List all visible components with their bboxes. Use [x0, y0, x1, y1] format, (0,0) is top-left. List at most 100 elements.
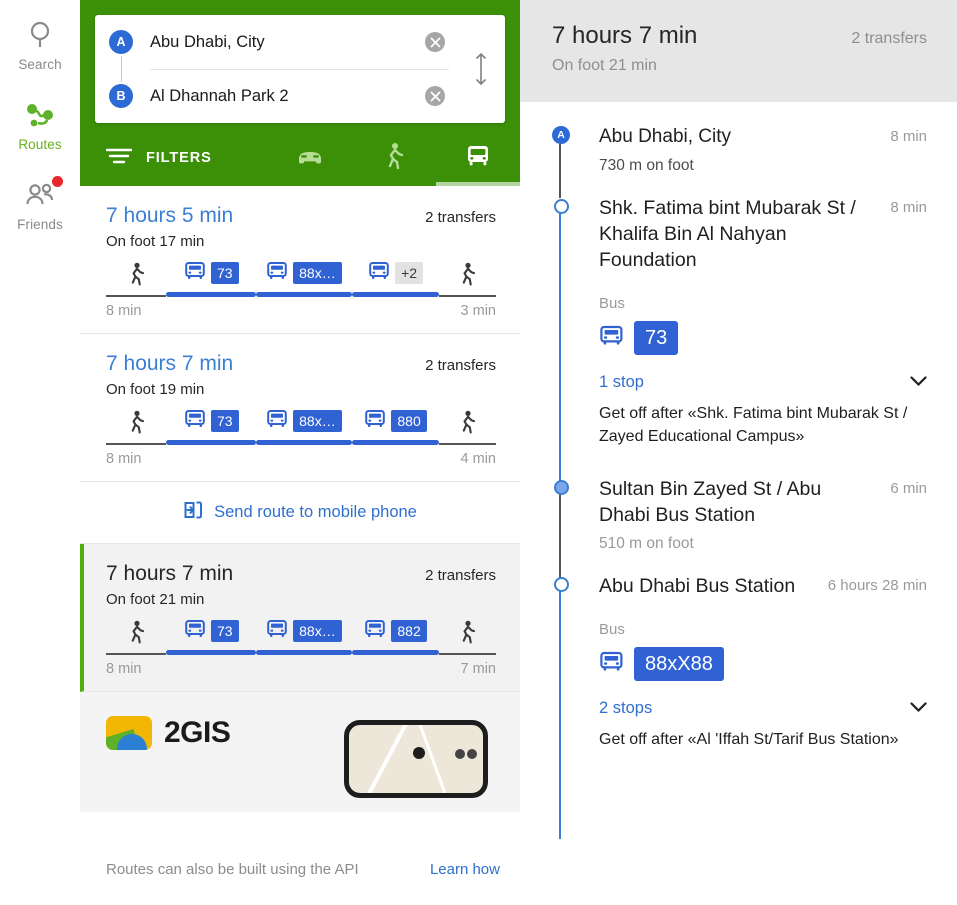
segment-bus-top: +2: [368, 259, 424, 287]
segment-line: [166, 292, 257, 297]
step-title-row: Abu Dhabi Bus Station 6 hours 28 min: [599, 573, 927, 599]
segment-bus: 88x…: [256, 259, 352, 297]
sidebar-item-routes[interactable]: Routes: [0, 98, 80, 152]
timeline-step[interactable]: A Abu Dhabi, City 8 min 730 m on foot: [520, 124, 957, 198]
tab-car[interactable]: [268, 130, 352, 186]
clear-to-icon[interactable]: [425, 86, 445, 106]
app-promo-banner[interactable]: 2GIS: [80, 692, 520, 812]
step-duration: 8 min: [890, 128, 927, 145]
app-name: 2GIS: [164, 716, 231, 749]
car-icon: [295, 145, 325, 172]
segment-bus-top: 73: [184, 407, 239, 435]
filters-bar: FILTERS: [80, 130, 520, 186]
pedestrian-icon: [128, 618, 145, 646]
timeline-spacer: [520, 179, 957, 195]
route-card[interactable]: 7 hours 7 min 2 transfers On foot 19 min: [80, 334, 520, 482]
step-duration: 6 hours 28 min: [827, 577, 927, 594]
bus-icon: [464, 143, 492, 174]
clear-from-icon[interactable]: [425, 32, 445, 52]
route-segments-strip: 73 88x…: [106, 618, 496, 679]
chevron-down-icon[interactable]: [910, 700, 927, 718]
left-nav-rail: Search Routes Friends: [0, 0, 80, 905]
route-onfoot: On foot 17 min: [106, 233, 205, 250]
segment-walk: [106, 408, 167, 445]
api-footer-text: Routes can also be built using the API: [106, 860, 359, 878]
route-segments: 73 88x…: [106, 408, 496, 445]
phone-preview-image: [344, 720, 488, 798]
route-number-badge: 88x…: [293, 410, 342, 432]
2gis-logo-icon: [106, 716, 152, 750]
segment-bus-top: 88x…: [266, 407, 342, 435]
timeline-transfer-marker: [554, 480, 569, 495]
route-number-badge: 88xX88: [634, 647, 724, 681]
route-duration: 7 hours 7 min: [106, 352, 234, 375]
route-card-header: 7 hours 5 min 2 transfers: [106, 204, 496, 228]
map-pin: [455, 749, 465, 759]
timeline-spacer: [520, 553, 957, 573]
sidebar-item-friends[interactable]: Friends: [0, 176, 80, 232]
segment-line: [351, 292, 440, 297]
step-duration: 6 min: [890, 480, 927, 497]
to-input[interactable]: [150, 86, 425, 106]
route-end-walk-time: 7 min: [460, 661, 496, 677]
segment-walk: [106, 260, 167, 297]
point-a-marker: A: [109, 30, 133, 54]
send-route-to-phone-button[interactable]: Send route to mobile phone: [80, 482, 520, 544]
step-title: Abu Dhabi, City: [599, 126, 732, 147]
detail-header: 7 hours 7 min 2 transfers On foot 21 min: [520, 0, 957, 102]
route-number-badge: 73: [211, 262, 239, 284]
bus-icon: [266, 619, 288, 644]
route-walk-times: 8 min 4 min: [106, 451, 496, 467]
bus-icon: [184, 619, 206, 644]
route-number-badge: 880: [391, 410, 427, 432]
sidebar-item-label: Routes: [18, 137, 62, 152]
route-card-header: 7 hours 7 min 2 transfers: [106, 562, 496, 586]
timeline-step[interactable]: Shk. Fatima bint Mubarak St / Khalifa Bi…: [520, 195, 957, 519]
timeline-step[interactable]: Abu Dhabi Bus Station 6 hours 28 min Bus…: [520, 573, 957, 839]
route-timeline: A Abu Dhabi, City 8 min 730 m on foot Sh…: [520, 102, 957, 839]
sidebar-item-search[interactable]: Search: [0, 18, 80, 72]
from-row: A: [95, 15, 453, 69]
segment-bus-top: 73: [184, 259, 239, 287]
segment-walk: [439, 618, 496, 655]
timeline-step[interactable]: Sultan Bin Zayed St / Abu Dhabi Bus Stat…: [520, 476, 957, 586]
learn-how-link[interactable]: Learn how: [430, 861, 500, 878]
detail-transfers: 2 transfers: [851, 30, 927, 47]
route-planner-app: Search Routes Friends A Abu Dhabi, City …: [0, 0, 957, 905]
route-start-walk-time: 8 min: [106, 451, 142, 467]
bus-icon: [266, 409, 288, 434]
stops-toggle[interactable]: 1 stop: [599, 373, 927, 392]
route-card[interactable]: 7 hours 5 min 2 transfers On foot 17 min: [80, 186, 520, 334]
tab-transit[interactable]: [436, 130, 520, 186]
route-number-badge: 73: [211, 620, 239, 642]
stops-toggle[interactable]: 2 stops: [599, 699, 927, 718]
stops-count: 1 stop: [599, 373, 644, 391]
route-endpoints-card: A B: [95, 15, 505, 123]
segment-line: [256, 440, 352, 445]
from-input[interactable]: [150, 32, 425, 52]
segment-bus: 88x…: [256, 407, 352, 445]
segment-line: [166, 440, 257, 445]
timeline-connector-walk: [559, 144, 561, 198]
tab-walk[interactable]: [352, 130, 436, 186]
step-title: Sultan Bin Zayed St / Abu Dhabi Bus Stat…: [599, 478, 822, 526]
segment-bus: 73: [166, 617, 257, 655]
filters-button[interactable]: FILTERS: [80, 147, 212, 170]
route-number-badge: 88x…: [293, 262, 342, 284]
step-walk-distance: 730 m on foot: [599, 157, 694, 174]
segment-line: [256, 292, 352, 297]
segment-bus-top: 88x…: [266, 617, 342, 645]
send-to-phone-icon: [183, 500, 203, 525]
chevron-down-icon[interactable]: [910, 374, 927, 392]
route-detail-panel: 7 hours 7 min 2 transfers On foot 21 min…: [520, 0, 957, 905]
segment-line: [439, 652, 496, 655]
segment-line: [351, 650, 440, 655]
route-card-selected[interactable]: 7 hours 7 min 2 transfers On foot 21 min: [80, 544, 520, 692]
segment-bus-top: 880: [364, 407, 427, 435]
segment-bus: 73: [166, 407, 257, 445]
segment-bus-top: 882: [364, 617, 427, 645]
bus-icon: [599, 325, 624, 352]
segment-bus: +2: [351, 259, 440, 297]
swap-vertical-icon[interactable]: [467, 51, 495, 87]
search-pin-icon: [23, 18, 57, 52]
